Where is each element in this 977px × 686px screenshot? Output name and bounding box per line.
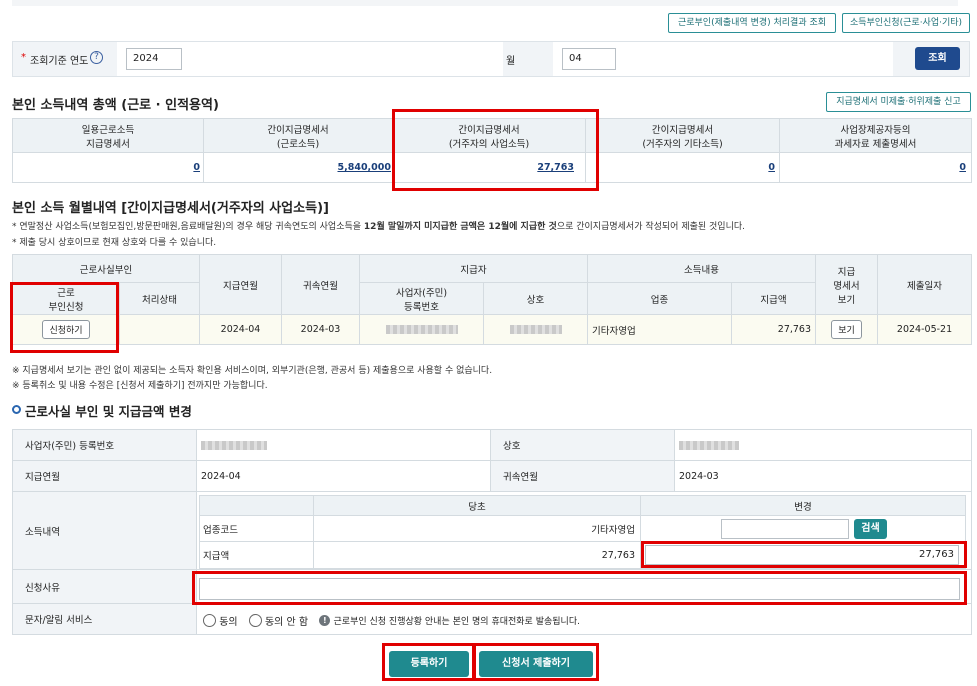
header-amount: 지급액: [731, 282, 817, 315]
summary-wage-value[interactable]: 5,840,000: [338, 162, 392, 173]
industry-changed-cell: 검색: [640, 515, 966, 542]
report-button[interactable]: 지급명세서 미제출·허위제출 신고: [826, 92, 971, 112]
amount-current: 27,763: [313, 541, 641, 569]
pay-month-label: 지급연월: [12, 460, 197, 492]
row-amount: 27,763: [731, 314, 817, 345]
income-detail-table: 당초 변경 업종코드 기타자영업 검색 지급액 27,763 27,763: [199, 495, 966, 569]
income-denial-button[interactable]: 소득부인신청(근로·사업·기타): [842, 13, 970, 33]
month-input[interactable]: 04: [562, 48, 616, 70]
header-reg-no: 사업자(주민) 등록번호: [359, 282, 485, 315]
reason-input[interactable]: [199, 578, 960, 600]
row-belong-month: 2024-03: [281, 314, 361, 345]
row-submit-date: 2024-05-21: [877, 314, 973, 345]
header-view: 지급 명세서 보기: [815, 254, 879, 315]
masked-reg-no-2: [201, 440, 267, 450]
masked-reg-no: [385, 325, 458, 334]
row-status: [118, 314, 201, 345]
summary-table: 일용근로소득 지급명세서 간이지급명세서 (근로소득) 간이지급명세서 (거주자…: [12, 118, 972, 183]
summary-platform-value[interactable]: 0: [959, 162, 966, 173]
help-icon[interactable]: ?: [90, 51, 103, 64]
amount-label: 지급액: [199, 541, 314, 569]
income-label: 소득내역: [12, 491, 197, 570]
header-denial: 근로사실부인: [11, 254, 201, 283]
monthly-note-2: * 제출 당시 상호이므로 현재 상호와 다를 수 있습니다.: [12, 238, 217, 248]
amount-changed-cell: 27,763: [640, 541, 966, 569]
monthly-note-1: * 연말정산 사업소득(보험모집인,방문판매원,음료배달원)의 경우 해당 귀속…: [12, 222, 745, 232]
summary-title: 본인 소득내역 총액 (근로 · 인적용역): [12, 98, 219, 113]
header-status: 처리상태: [118, 282, 201, 315]
section-bullet-icon: [12, 405, 21, 414]
income-corner: [199, 495, 314, 516]
summary-col-wage: 간이지급명세서 (근로소득): [203, 118, 393, 153]
footnote-1: ※ 지급명세서 보기는 관인 없이 제공되는 소득자 확인용 서비스이며, 외부…: [12, 366, 493, 376]
belong-month-label: 귀속연월: [490, 460, 675, 492]
search-button[interactable]: 조회: [915, 47, 960, 70]
row-pay-month: 2024-04: [199, 314, 283, 345]
disagree-radio[interactable]: [248, 614, 262, 627]
summary-col-daily: 일용근로소득 지급명세서: [12, 118, 204, 153]
change-title: 근로사실 부인 및 지급금액 변경: [25, 404, 192, 419]
reason-label: 신청사유: [12, 569, 197, 604]
reg-no-label: 사업자(주민) 등록번호: [12, 429, 197, 461]
header-denial-request: 근로 부인신청: [12, 282, 120, 315]
search-bar: * 조회기준 연도 ? 2024 월 04 조회: [12, 41, 970, 77]
top-strip: [12, 0, 958, 6]
amount-input[interactable]: 27,763: [645, 545, 959, 565]
register-button[interactable]: 등록하기: [389, 651, 469, 677]
year-input[interactable]: 2024: [126, 48, 182, 70]
summary-daily-value[interactable]: 0: [193, 162, 200, 173]
sms-options: 동의 동의 안 함 ! 근로부인 신청 진행상황 안내는 본인 명의 휴대전화로…: [203, 613, 580, 628]
header-pay-month: 지급연월: [199, 254, 283, 315]
industry-current: 기타자영업: [313, 515, 641, 542]
summary-other-value[interactable]: 0: [768, 162, 775, 173]
submit-application-button[interactable]: 신청서 제출하기: [479, 651, 593, 677]
result-inquiry-button[interactable]: 근로부인(제출내역 변경) 처리결과 조회: [668, 13, 836, 33]
apply-button[interactable]: 신청하기: [42, 320, 90, 339]
belong-month-value: 2024-03: [674, 460, 972, 492]
monthly-table: 근로사실부인 지급연월 귀속연월 지급자 소득내용 지급 명세서 보기 제출일자…: [11, 254, 973, 345]
summary-col-other: 간이지급명세서 (거주자의 기타소득): [585, 118, 780, 153]
info-icon: !: [319, 615, 331, 626]
footnote-2: ※ 등록취소 및 내용 수정은 [신청서 제출하기] 전까지만 가능합니다.: [12, 381, 268, 391]
pay-month-value: 2024-04: [196, 460, 491, 492]
table-row: 신청하기 2024-04 2024-03 기타자영업 27,763 보기 202…: [12, 314, 973, 345]
current-header: 당초: [313, 495, 641, 516]
header-industry: 업종: [587, 282, 733, 315]
sms-label: 문자/알림 서비스: [12, 603, 197, 635]
company-label: 상호: [490, 429, 675, 461]
header-belong-month: 귀속연월: [281, 254, 361, 315]
row-industry: 기타자영업: [587, 314, 733, 345]
header-company: 상호: [483, 282, 589, 315]
year-label: 조회기준 연도: [30, 56, 89, 67]
changed-header: 변경: [640, 495, 966, 516]
header-submit-date: 제출일자: [877, 254, 973, 315]
disagree-label: 동의 안 함: [264, 617, 309, 628]
monthly-title: 본인 소득 월별내역 [간이지급명세서(거주자의 사업소득)]: [12, 201, 329, 216]
summary-col-platform: 사업장제공자등의 과세자료 제출명세서: [779, 118, 972, 153]
header-income: 소득내용: [587, 254, 817, 283]
sms-info: 근로부인 신청 진행상황 안내는 본인 명의 휴대전화로 발송됩니다.: [333, 617, 580, 627]
summary-col-business: 간이지급명세서 (거주자의 사업소득): [392, 118, 586, 153]
month-label: 월: [506, 56, 516, 67]
summary-business-value[interactable]: 27,763: [537, 162, 574, 173]
masked-company-2: [679, 440, 739, 450]
header-payer: 지급자: [359, 254, 589, 283]
agree-radio[interactable]: [203, 614, 216, 627]
industry-code-input[interactable]: [721, 519, 849, 539]
agree-label: 동의: [219, 617, 238, 628]
view-button[interactable]: 보기: [831, 320, 862, 339]
required-mark: *: [21, 52, 26, 63]
industry-code-label: 업종코드: [199, 515, 314, 542]
industry-search-button[interactable]: 검색: [854, 519, 887, 539]
masked-company: [509, 325, 562, 334]
